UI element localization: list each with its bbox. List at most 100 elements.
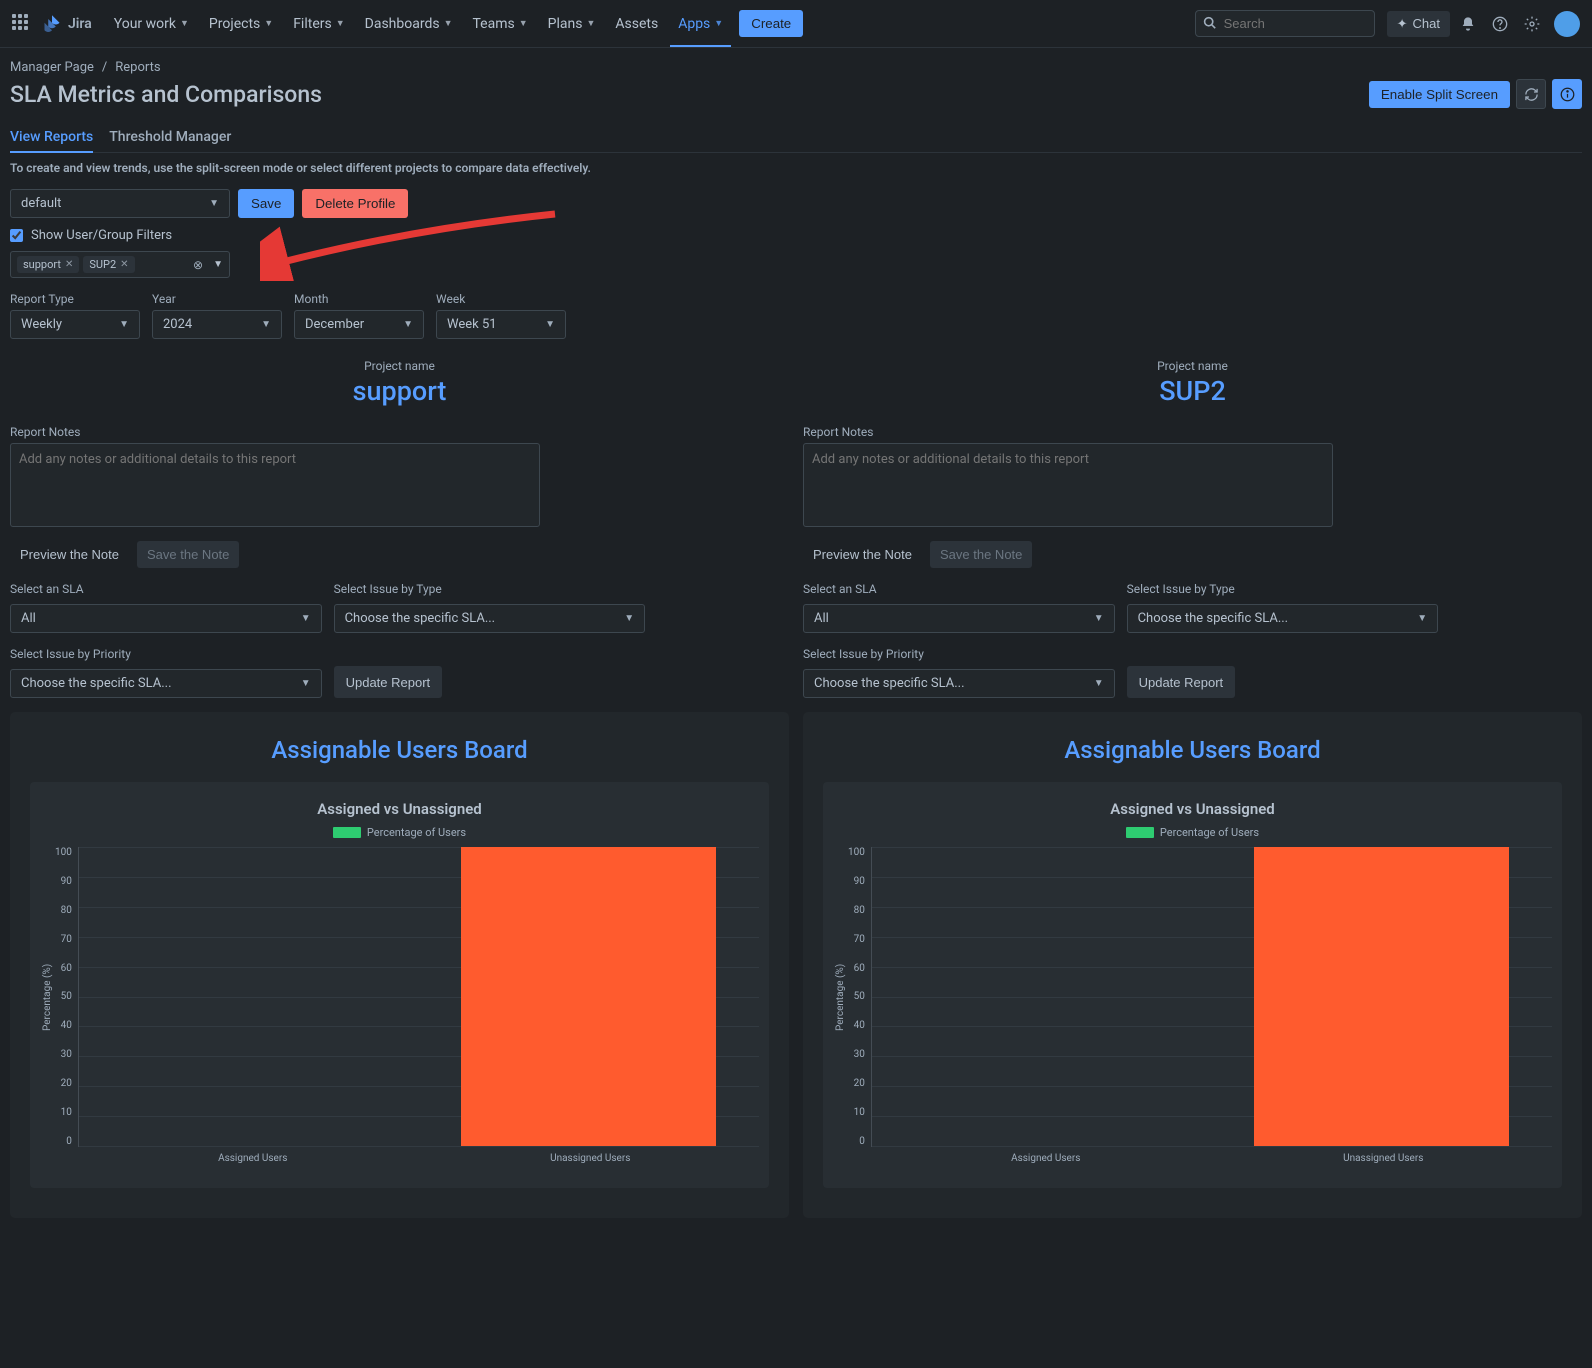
app-switcher-icon[interactable] [12,14,32,34]
chevron-down-icon: ▼ [624,613,634,624]
report-type-select[interactable]: Weekly▼ [10,310,140,339]
help-icon[interactable] [1486,10,1514,38]
chart-bar [461,847,716,1146]
show-filters-checkbox[interactable]: Show User/Group Filters [10,228,1582,243]
priority-select[interactable]: Choose the specific SLA...▼ [803,669,1115,698]
annotation-arrow [260,209,560,281]
breadcrumb-current[interactable]: Reports [115,60,160,75]
tag-sup2: SUP2✕ [83,256,134,273]
chart-bar [1254,847,1509,1146]
search-box [1195,10,1375,37]
week-select[interactable]: Week 51▼ [436,310,566,339]
settings-icon[interactable] [1518,10,1546,38]
chevron-down-icon: ▼ [209,198,219,209]
month-select[interactable]: December▼ [294,310,424,339]
tag-support: support✕ [17,256,79,273]
chevron-down-icon: ▼ [545,319,555,330]
notifications-icon[interactable] [1454,10,1482,38]
x-tick-label: Assigned Users [84,1153,422,1164]
save-profile-button[interactable]: Save [238,189,294,218]
report-notes-label: Report Notes [10,425,789,439]
show-filters-input[interactable] [10,229,23,242]
nav-teams[interactable]: Teams▼ [465,10,536,38]
tab-threshold-manager[interactable]: Threshold Manager [109,123,231,152]
preview-note-button[interactable]: Preview the Note [803,541,922,568]
chart-plot [78,847,759,1147]
refresh-icon [1524,87,1539,102]
issue-type-label: Select Issue by Type [1127,582,1439,596]
user-avatar[interactable] [1554,11,1580,37]
month-label: Month [294,292,424,306]
chat-button[interactable]: ✦ Chat [1387,11,1450,37]
update-report-button[interactable]: Update Report [334,666,443,698]
sla-select[interactable]: All▼ [803,604,1115,633]
sla-label: Select an SLA [10,582,322,596]
nav-your-work[interactable]: Your work▼ [106,10,197,38]
clear-tags-icon[interactable]: ⊗ [193,258,203,272]
chevron-down-icon: ▼ [180,18,189,29]
sla-select[interactable]: All▼ [10,604,322,633]
chevron-down-icon: ▼ [714,18,723,29]
y-axis-label: Percentage (%) [40,847,55,1147]
create-button[interactable]: Create [739,10,803,37]
update-report-button[interactable]: Update Report [1127,666,1236,698]
issue-type-label: Select Issue by Type [334,582,646,596]
priority-label: Select Issue by Priority [803,647,1115,661]
chevron-down-icon: ▼ [301,678,311,689]
info-icon [1560,87,1575,102]
remove-tag-icon[interactable]: ✕ [120,259,128,270]
tab-view-reports[interactable]: View Reports [10,123,93,153]
nav-dashboards[interactable]: Dashboards▼ [357,10,461,38]
chevron-down-icon: ▼ [519,18,528,29]
issue-type-select[interactable]: Choose the specific SLA...▼ [334,604,646,633]
priority-select[interactable]: Choose the specific SLA...▼ [10,669,322,698]
chart-title: Assigned vs Unassigned [833,800,1552,818]
y-ticks: 1009080706050403020100 [848,847,871,1147]
report-notes-input[interactable] [803,443,1333,527]
y-axis-label: Percentage (%) [833,847,848,1147]
remove-tag-icon[interactable]: ✕ [65,259,73,270]
nav-projects[interactable]: Projects▼ [201,10,281,38]
nav-plans[interactable]: Plans▼ [540,10,604,38]
helper-text: To create and view trends, use the split… [10,161,1582,175]
chevron-down-icon: ▼ [264,18,273,29]
project-tags-input[interactable]: support✕ SUP2✕ ⊗ ▼ [10,251,230,278]
search-icon [1203,16,1216,33]
issue-type-select[interactable]: Choose the specific SLA...▼ [1127,604,1439,633]
jira-logo[interactable]: Jira [42,14,92,34]
delete-profile-button[interactable]: Delete Profile [302,189,408,218]
chevron-down-icon: ▼ [213,259,223,270]
report-notes-input[interactable] [10,443,540,527]
preview-note-button[interactable]: Preview the Note [10,541,129,568]
profile-select[interactable]: default▼ [10,189,230,218]
breadcrumb: Manager Page / Reports [10,60,1582,75]
save-note-button: Save the Note [930,541,1032,568]
board-title: Assignable Users Board [823,736,1562,764]
project-label: Project name [803,359,1582,373]
enable-split-screen-button[interactable]: Enable Split Screen [1369,81,1510,108]
chevron-down-icon: ▼ [1417,613,1427,624]
project-label: Project name [10,359,789,373]
chart-title: Assigned vs Unassigned [40,800,759,818]
chart-container: Assigned vs Unassigned Percentage of Use… [823,782,1562,1188]
save-note-button: Save the Note [137,541,239,568]
breadcrumb-parent[interactable]: Manager Page [10,60,94,75]
nav-filters[interactable]: Filters▼ [285,10,352,38]
search-input[interactable] [1195,10,1375,37]
assignable-users-board: Assignable Users Board Assigned vs Unass… [10,712,789,1218]
priority-label: Select Issue by Priority [10,647,322,661]
sla-label: Select an SLA [803,582,1115,596]
nav-assets[interactable]: Assets [607,10,666,38]
jira-icon [42,14,62,34]
refresh-button[interactable] [1516,79,1546,109]
jira-logo-text: Jira [68,16,92,32]
year-label: Year [152,292,282,306]
chart-container: Assigned vs Unassigned Percentage of Use… [30,782,769,1188]
project-column: Project name support Report Notes Previe… [10,359,789,1218]
project-name: SUP2 [803,375,1582,407]
info-button[interactable] [1552,79,1582,109]
sparkle-icon: ✦ [1397,16,1408,32]
year-select[interactable]: 2024▼ [152,310,282,339]
chevron-down-icon: ▼ [301,613,311,624]
nav-apps[interactable]: Apps▼ [670,1,731,47]
